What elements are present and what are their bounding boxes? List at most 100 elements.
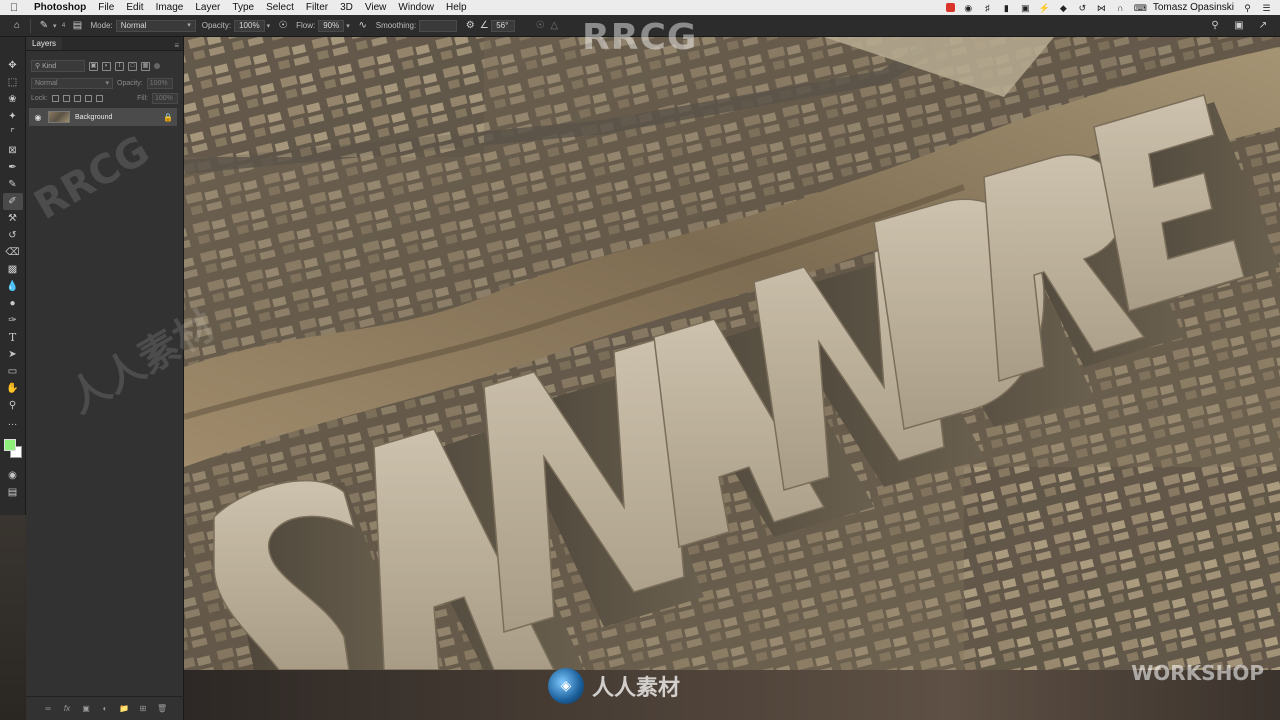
workspace-icon[interactable]: ▣ xyxy=(1232,19,1246,33)
new-group-folder-icon[interactable]: 📁 xyxy=(119,704,129,713)
healing-brush-tool-icon[interactable]: ✎ xyxy=(3,176,23,193)
eyedropper-tool-icon[interactable]: ✒ xyxy=(3,159,23,176)
menu-layer[interactable]: Layer xyxy=(189,2,226,13)
wifi-icon[interactable]: ∩ xyxy=(1115,3,1126,13)
delete-layer-trash-icon[interactable]: 🗑 xyxy=(157,704,167,713)
filter-kind-select[interactable]: ⚲ Kind xyxy=(31,60,85,72)
lock-transparent-icon[interactable] xyxy=(51,94,59,102)
magic-wand-tool-icon[interactable]: ✦ xyxy=(3,108,23,125)
menu-type[interactable]: Type xyxy=(226,2,260,13)
battery-icon[interactable]: ▮ xyxy=(1001,3,1012,13)
airbrush-icon[interactable]: ∿ xyxy=(356,19,370,33)
layer-style-fx-icon[interactable]: fx xyxy=(62,704,72,713)
dodge-tool-icon[interactable]: ● xyxy=(3,295,23,312)
rectangle-tool-icon[interactable]: ▭ xyxy=(3,363,23,380)
crop-tool-icon[interactable]: ⌜ xyxy=(3,125,23,142)
layer-row-background[interactable]: ◉ Background 🔒 xyxy=(29,108,177,126)
spotlight-search-icon[interactable]: ⚲ xyxy=(1242,3,1253,13)
add-mask-icon[interactable]: ▣ xyxy=(81,704,91,713)
filter-toggle-icon[interactable] xyxy=(154,63,160,69)
time-machine-icon[interactable]: ↺ xyxy=(1077,3,1088,13)
color-swatches[interactable] xyxy=(2,437,24,463)
power-icon[interactable]: ⚡ xyxy=(1039,3,1050,13)
bluetooth-icon[interactable]: ⋈ xyxy=(1096,3,1107,13)
gradient-tool-icon[interactable]: ▩ xyxy=(3,261,23,278)
dropbox-icon[interactable]: ◆ xyxy=(1058,3,1069,13)
tab-layers[interactable]: Layers xyxy=(26,37,63,50)
recording-icon[interactable] xyxy=(945,3,955,12)
adjustment-layer-icon[interactable]: ◐ xyxy=(100,704,110,713)
menu-window[interactable]: Window xyxy=(392,2,440,13)
menu-app-photoshop[interactable]: Photoshop xyxy=(28,2,92,13)
smoothing-field[interactable] xyxy=(419,19,458,32)
menu-help[interactable]: Help xyxy=(440,2,473,13)
lock-pixels-icon[interactable] xyxy=(62,94,70,102)
creative-cloud-icon[interactable]: ◉ xyxy=(963,3,974,13)
pen-tool-icon[interactable]: ✑ xyxy=(3,312,23,329)
flow-field[interactable]: 90% xyxy=(318,19,345,32)
frame-tool-icon[interactable]: ⊠ xyxy=(3,142,23,159)
document-canvas[interactable] xyxy=(184,37,1280,670)
panel-menu-icon[interactable]: ≡ xyxy=(174,41,183,50)
lasso-tool-icon[interactable]: ❀ xyxy=(3,91,23,108)
smoothing-settings-gear-icon[interactable]: ⚙ xyxy=(463,19,477,33)
screen-mode-icon[interactable]: ▤ xyxy=(3,484,23,501)
user-name[interactable]: Tomasz Opasinski xyxy=(1153,2,1234,13)
menu-edit[interactable]: Edit xyxy=(120,2,149,13)
history-brush-tool-icon[interactable]: ↺ xyxy=(3,227,23,244)
new-layer-icon[interactable]: ⊞ xyxy=(138,704,148,713)
path-selection-tool-icon[interactable]: ➤ xyxy=(3,346,23,363)
opacity-field[interactable]: 100% xyxy=(234,19,265,32)
search-icon[interactable]: ⚲ xyxy=(1208,19,1222,33)
menu-file[interactable]: File xyxy=(92,2,120,13)
filter-shape-icon[interactable]: □ xyxy=(128,61,137,71)
filter-type-icon[interactable]: T xyxy=(115,61,124,71)
menu-3d[interactable]: 3D xyxy=(334,2,359,13)
share-icon[interactable]: ↗ xyxy=(1256,19,1270,33)
type-tool-icon[interactable]: T xyxy=(3,329,23,346)
volume-icon[interactable]: ♯ xyxy=(982,3,993,13)
symmetry-icon[interactable]: △ xyxy=(547,19,561,33)
lock-all-icon[interactable] xyxy=(95,94,103,102)
zoom-tool-icon[interactable]: ⚲ xyxy=(3,397,23,414)
pressure-size-icon[interactable]: ☉ xyxy=(533,19,547,33)
foreground-color-swatch[interactable] xyxy=(3,439,16,451)
more-tools-icon[interactable]: … xyxy=(3,414,23,431)
blend-mode-select[interactable]: Normal ▾ xyxy=(31,77,113,89)
filter-pixel-icon[interactable]: ▣ xyxy=(89,61,98,71)
mode-select[interactable]: Normal ▾ xyxy=(115,19,196,32)
pressure-opacity-icon[interactable]: ☉ xyxy=(276,19,290,33)
filter-adjustment-icon[interactable]: ◐ xyxy=(102,61,111,71)
display-icon[interactable]: ▣ xyxy=(1020,3,1031,13)
notification-center-icon[interactable]: ☰ xyxy=(1261,3,1272,13)
keyboard-icon[interactable]: ⌨ xyxy=(1134,3,1147,13)
menu-filter[interactable]: Filter xyxy=(300,2,334,13)
menu-image[interactable]: Image xyxy=(150,2,190,13)
opacity-dropdown-icon[interactable]: ▾ xyxy=(267,22,271,30)
layer-name: Background xyxy=(75,113,113,121)
visibility-eye-icon[interactable]: ◉ xyxy=(33,113,43,122)
layer-opacity-field[interactable]: 100% xyxy=(146,77,173,89)
brush-settings-panel-icon[interactable]: ▤ xyxy=(71,19,85,33)
eraser-tool-icon[interactable]: ⌫ xyxy=(3,244,23,261)
apple-menu-icon[interactable]:  xyxy=(0,2,28,14)
blend-row: Normal ▾ Opacity: 100% xyxy=(26,75,183,91)
fill-field[interactable]: 100% xyxy=(152,92,178,104)
hand-tool-icon[interactable]: ✋ xyxy=(3,380,23,397)
menu-select[interactable]: Select xyxy=(260,2,300,13)
clone-stamp-tool-icon[interactable]: ⚒ xyxy=(3,210,23,227)
move-tool-icon[interactable]: ✥ xyxy=(3,57,23,74)
filter-smart-object-icon[interactable]: ▦ xyxy=(141,61,150,71)
brush-tool-icon[interactable]: ✐ xyxy=(2,193,23,210)
marquee-tool-icon[interactable]: ⬚ xyxy=(3,74,23,91)
brush-preset-icon[interactable]: ✎ xyxy=(37,19,51,33)
brush-angle-field[interactable]: 56° xyxy=(491,19,516,32)
home-icon[interactable]: ⌂ xyxy=(10,19,24,33)
link-layers-icon[interactable]: ∞ xyxy=(43,704,53,713)
quick-mask-icon[interactable]: ◉ xyxy=(3,467,23,484)
blur-tool-icon[interactable]: 💧 xyxy=(3,278,23,295)
flow-dropdown-icon[interactable]: ▾ xyxy=(346,22,350,30)
menu-view[interactable]: View xyxy=(359,2,393,13)
lock-artboard-icon[interactable] xyxy=(84,94,92,102)
lock-position-icon[interactable] xyxy=(73,94,81,102)
